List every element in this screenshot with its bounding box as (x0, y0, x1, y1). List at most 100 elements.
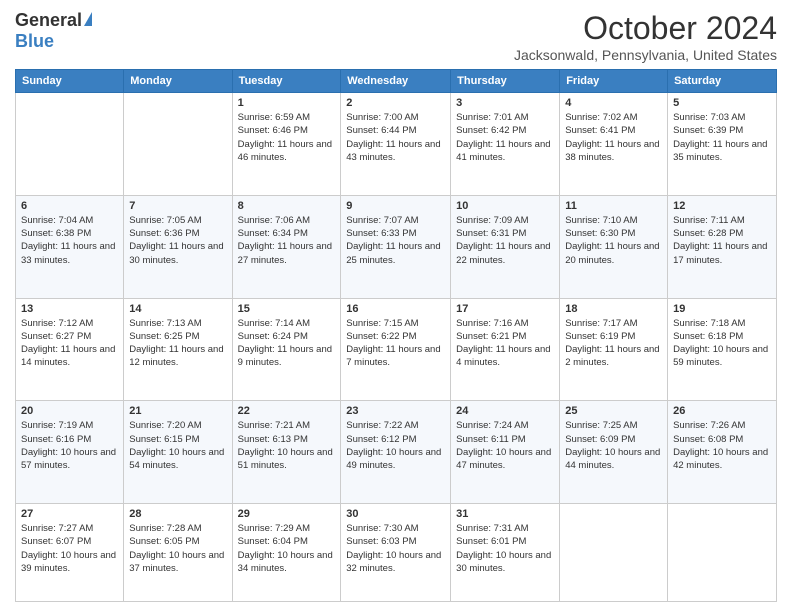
day-number: 25 (565, 405, 662, 417)
day-info: Sunrise: 7:14 AM Sunset: 6:24 PM Dayligh… (238, 317, 336, 370)
calendar-cell: 2 Sunrise: 7:00 AM Sunset: 6:44 PM Daylig… (341, 93, 451, 196)
calendar-cell: 13Sunrise: 7:12 AM Sunset: 6:27 PM Dayli… (16, 298, 124, 401)
day-info: Sunrise: 7:03 AM Sunset: 6:39 PM Dayligh… (673, 111, 771, 164)
calendar-cell: 1Sunrise: 6:59 AM Sunset: 6:46 PM Daylig… (232, 93, 341, 196)
day-info: Sunrise: 7:13 AM Sunset: 6:25 PM Dayligh… (129, 317, 226, 370)
day-info: Sunrise: 6:59 AM Sunset: 6:46 PM Dayligh… (238, 111, 336, 164)
calendar-week-row: 20 Sunrise: 7:19 AM Sunset: 6:16 PM Dayli… (16, 401, 777, 504)
day-number: 30 (346, 508, 445, 520)
day-number: 18 (565, 303, 662, 315)
day-info: Sunrise: 7:22 AM Sunset: 6:12 PM Dayligh… (346, 419, 445, 472)
day-number: 6 (21, 200, 118, 212)
calendar-header-sunday: Sunday (16, 70, 124, 93)
day-number: 17 (456, 303, 554, 315)
logo-triangle-icon (84, 12, 92, 26)
day-info: Sunrise: 7:15 AM Sunset: 6:22 PM Dayligh… (346, 317, 445, 370)
day-number: 28 (129, 508, 226, 520)
calendar-cell: 7 Sunrise: 7:05 AM Sunset: 6:36 PM Daylig… (124, 195, 232, 298)
day-number: 23 (346, 405, 445, 417)
calendar-cell: 14 Sunrise: 7:13 AM Sunset: 6:25 PM Dayli… (124, 298, 232, 401)
day-info: Sunrise: 7:06 AM Sunset: 6:34 PM Dayligh… (238, 214, 336, 267)
location: Jacksonwald, Pennsylvania, United States (514, 47, 777, 63)
day-number: 31 (456, 508, 554, 520)
calendar-cell: 10Sunrise: 7:09 AM Sunset: 6:31 PM Dayli… (451, 195, 560, 298)
day-info: Sunrise: 7:01 AM Sunset: 6:42 PM Dayligh… (456, 111, 554, 164)
day-info: Sunrise: 7:05 AM Sunset: 6:36 PM Dayligh… (129, 214, 226, 267)
calendar-cell: 17 Sunrise: 7:16 AM Sunset: 6:21 PM Dayli… (451, 298, 560, 401)
header: General Blue October 2024 Jacksonwald, P… (15, 10, 777, 63)
day-info: Sunrise: 7:16 AM Sunset: 6:21 PM Dayligh… (456, 317, 554, 370)
day-number: 12 (673, 200, 771, 212)
day-info: Sunrise: 7:02 AM Sunset: 6:41 PM Dayligh… (565, 111, 662, 164)
calendar-cell: 16 Sunrise: 7:15 AM Sunset: 6:22 PM Dayli… (341, 298, 451, 401)
day-info: Sunrise: 7:19 AM Sunset: 6:16 PM Dayligh… (21, 419, 118, 472)
calendar-cell: 25 Sunrise: 7:25 AM Sunset: 6:09 PM Dayli… (560, 401, 668, 504)
day-number: 4 (565, 97, 662, 109)
calendar-cell: 24 Sunrise: 7:24 AM Sunset: 6:11 PM Dayli… (451, 401, 560, 504)
day-number: 9 (346, 200, 445, 212)
calendar-cell (560, 504, 668, 602)
day-info: Sunrise: 7:20 AM Sunset: 6:15 PM Dayligh… (129, 419, 226, 472)
day-number: 20 (21, 405, 118, 417)
day-number: 21 (129, 405, 226, 417)
day-info: Sunrise: 7:10 AM Sunset: 6:30 PM Dayligh… (565, 214, 662, 267)
calendar-header-monday: Monday (124, 70, 232, 93)
calendar-cell: 28Sunrise: 7:28 AM Sunset: 6:05 PM Dayli… (124, 504, 232, 602)
day-number: 15 (238, 303, 336, 315)
calendar-cell: 12 Sunrise: 7:11 AM Sunset: 6:28 PM Dayli… (668, 195, 777, 298)
day-info: Sunrise: 7:11 AM Sunset: 6:28 PM Dayligh… (673, 214, 771, 267)
day-info: Sunrise: 7:24 AM Sunset: 6:11 PM Dayligh… (456, 419, 554, 472)
day-number: 26 (673, 405, 771, 417)
day-number: 29 (238, 508, 336, 520)
day-info: Sunrise: 7:29 AM Sunset: 6:04 PM Dayligh… (238, 522, 336, 575)
calendar-cell: 26Sunrise: 7:26 AM Sunset: 6:08 PM Dayli… (668, 401, 777, 504)
calendar-cell: 19 Sunrise: 7:18 AM Sunset: 6:18 PM Dayli… (668, 298, 777, 401)
calendar-cell: 6 Sunrise: 7:04 AM Sunset: 6:38 PM Daylig… (16, 195, 124, 298)
calendar-week-row: 1Sunrise: 6:59 AM Sunset: 6:46 PM Daylig… (16, 93, 777, 196)
calendar-header-friday: Friday (560, 70, 668, 93)
day-number: 3 (456, 97, 554, 109)
calendar-week-row: 27 Sunrise: 7:27 AM Sunset: 6:07 PM Dayli… (16, 504, 777, 602)
calendar-cell: 9 Sunrise: 7:07 AM Sunset: 6:33 PM Daylig… (341, 195, 451, 298)
day-info: Sunrise: 7:25 AM Sunset: 6:09 PM Dayligh… (565, 419, 662, 472)
day-number: 2 (346, 97, 445, 109)
calendar-header-tuesday: Tuesday (232, 70, 341, 93)
day-info: Sunrise: 7:18 AM Sunset: 6:18 PM Dayligh… (673, 317, 771, 370)
calendar-cell: 21 Sunrise: 7:20 AM Sunset: 6:15 PM Dayli… (124, 401, 232, 504)
day-number: 22 (238, 405, 336, 417)
calendar-week-row: 6 Sunrise: 7:04 AM Sunset: 6:38 PM Daylig… (16, 195, 777, 298)
calendar-cell: 27 Sunrise: 7:27 AM Sunset: 6:07 PM Dayli… (16, 504, 124, 602)
calendar-cell: 15 Sunrise: 7:14 AM Sunset: 6:24 PM Dayli… (232, 298, 341, 401)
calendar-week-row: 13Sunrise: 7:12 AM Sunset: 6:27 PM Dayli… (16, 298, 777, 401)
logo-general-text: General (15, 10, 82, 31)
day-info: Sunrise: 7:30 AM Sunset: 6:03 PM Dayligh… (346, 522, 445, 575)
day-number: 7 (129, 200, 226, 212)
logo-blue-text: Blue (15, 31, 54, 52)
header-right: October 2024 Jacksonwald, Pennsylvania, … (514, 10, 777, 63)
calendar-cell: 22 Sunrise: 7:21 AM Sunset: 6:13 PM Dayli… (232, 401, 341, 504)
calendar-cell: 30 Sunrise: 7:30 AM Sunset: 6:03 PM Dayli… (341, 504, 451, 602)
calendar-header-saturday: Saturday (668, 70, 777, 93)
day-info: Sunrise: 7:21 AM Sunset: 6:13 PM Dayligh… (238, 419, 336, 472)
calendar-cell (668, 504, 777, 602)
day-info: Sunrise: 7:07 AM Sunset: 6:33 PM Dayligh… (346, 214, 445, 267)
page: General Blue October 2024 Jacksonwald, P… (0, 0, 792, 612)
day-info: Sunrise: 7:04 AM Sunset: 6:38 PM Dayligh… (21, 214, 118, 267)
day-number: 5 (673, 97, 771, 109)
day-number: 14 (129, 303, 226, 315)
day-number: 27 (21, 508, 118, 520)
day-number: 24 (456, 405, 554, 417)
day-info: Sunrise: 7:12 AM Sunset: 6:27 PM Dayligh… (21, 317, 118, 370)
day-info: Sunrise: 7:00 AM Sunset: 6:44 PM Dayligh… (346, 111, 445, 164)
calendar-cell: 18 Sunrise: 7:17 AM Sunset: 6:19 PM Dayli… (560, 298, 668, 401)
calendar-cell: 4 Sunrise: 7:02 AM Sunset: 6:41 PM Daylig… (560, 93, 668, 196)
calendar-header-thursday: Thursday (451, 70, 560, 93)
calendar-cell: 11Sunrise: 7:10 AM Sunset: 6:30 PM Dayli… (560, 195, 668, 298)
day-number: 16 (346, 303, 445, 315)
day-info: Sunrise: 7:27 AM Sunset: 6:07 PM Dayligh… (21, 522, 118, 575)
calendar-cell: 31Sunrise: 7:31 AM Sunset: 6:01 PM Dayli… (451, 504, 560, 602)
day-info: Sunrise: 7:17 AM Sunset: 6:19 PM Dayligh… (565, 317, 662, 370)
day-number: 19 (673, 303, 771, 315)
month-title: October 2024 (514, 10, 777, 47)
calendar-cell (16, 93, 124, 196)
